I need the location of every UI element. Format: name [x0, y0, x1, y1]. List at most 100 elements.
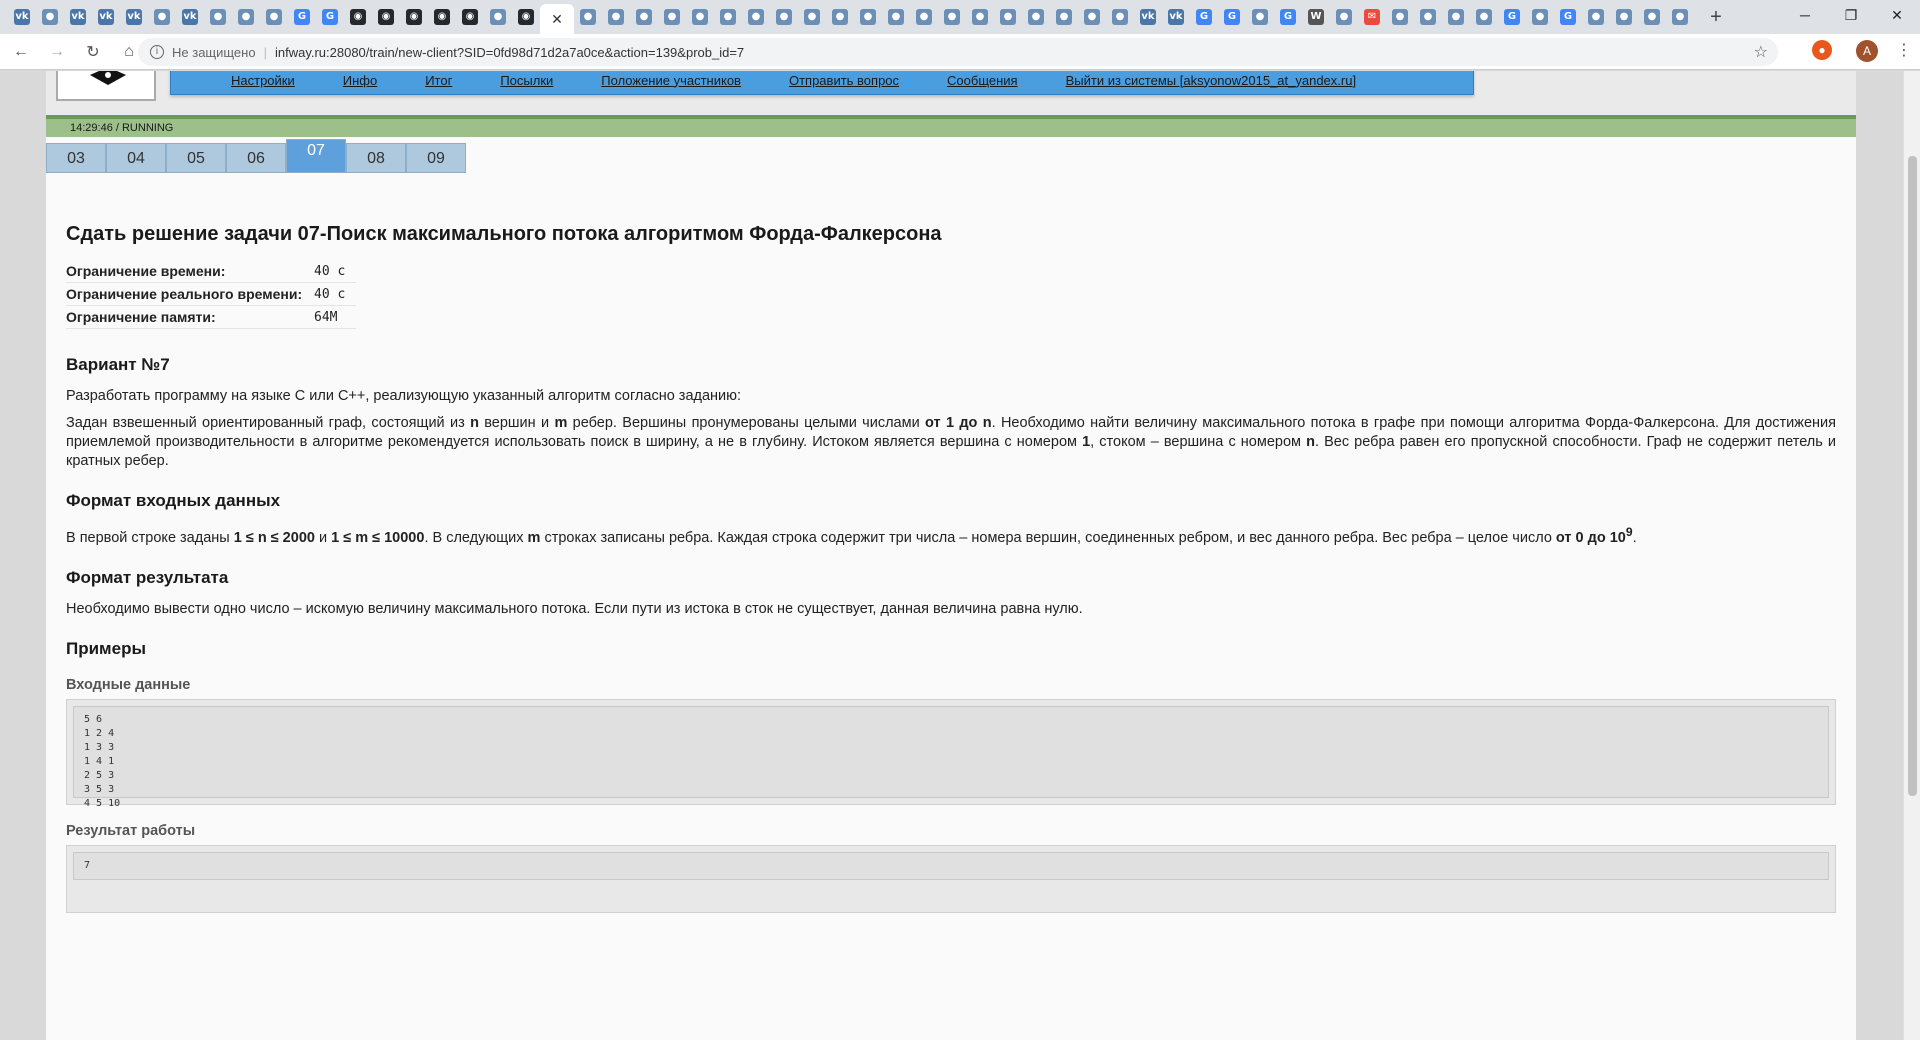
browser-tab[interactable]: G — [1498, 4, 1526, 30]
browser-tab[interactable]: ● — [1050, 4, 1078, 30]
site-logo[interactable] — [56, 71, 156, 101]
nav-link[interactable]: Настройки — [231, 73, 295, 88]
browser-tab[interactable]: ● — [1414, 4, 1442, 30]
browser-tab[interactable]: ● — [260, 4, 288, 30]
minimize-icon[interactable]: ─ — [1782, 0, 1828, 30]
page: Настройки Инфо Итог Посылки Положение участн… — [46, 71, 1856, 1040]
browser-tab[interactable]: ◉ — [456, 4, 484, 30]
browser-tab[interactable]: G — [1218, 4, 1246, 30]
nav-link[interactable]: Сообщения — [947, 73, 1018, 88]
problem-tab[interactable]: 03 — [46, 143, 106, 173]
browser-tab[interactable]: ● — [686, 4, 714, 30]
browser-toolbar: ← → ↻ ⌂ i Не защищено | infway.ru:28080/… — [0, 34, 1920, 70]
browser-tab[interactable]: ● — [484, 4, 512, 30]
problem-tab[interactable]: 05 — [166, 143, 226, 173]
close-window-icon[interactable]: ✕ — [1874, 0, 1920, 30]
nav-link[interactable]: Отправить вопрос — [789, 73, 899, 88]
browser-tab[interactable]: vk — [1162, 4, 1190, 30]
browser-tab[interactable]: ● — [1106, 4, 1134, 30]
browser-tab[interactable]: ● — [1078, 4, 1106, 30]
browser-tab[interactable]: ● — [602, 4, 630, 30]
browser-tab[interactable]: vk — [1134, 4, 1162, 30]
browser-tab[interactable]: G — [288, 4, 316, 30]
browser-tab[interactable]: G — [1190, 4, 1218, 30]
separator: | — [263, 44, 267, 60]
scrollbar[interactable] — [1903, 71, 1920, 1040]
browser-tab[interactable]: ● — [854, 4, 882, 30]
active-tab[interactable]: ✕ — [540, 4, 574, 34]
bookmark-star-icon[interactable]: ☆ — [1754, 42, 1768, 62]
nav-link[interactable]: Выйти из системы [aksyonow2015_at_yandex… — [1066, 73, 1356, 88]
browser-tab[interactable]: G — [1274, 4, 1302, 30]
browser-tab[interactable]: vk — [120, 4, 148, 30]
browser-tab[interactable]: ● — [1470, 4, 1498, 30]
browser-tab[interactable]: G — [1554, 4, 1582, 30]
problem-tab[interactable]: 09 — [406, 143, 466, 173]
browser-tab[interactable]: ● — [882, 4, 910, 30]
browser-tab[interactable]: ● — [1330, 4, 1358, 30]
browser-tab[interactable]: ◉ — [400, 4, 428, 30]
browser-tab[interactable]: ● — [966, 4, 994, 30]
browser-tab[interactable]: ● — [1582, 4, 1610, 30]
browser-tab[interactable]: ◉ — [512, 4, 540, 30]
browser-tab[interactable]: ● — [1022, 4, 1050, 30]
close-tab-icon[interactable]: ✕ — [551, 11, 563, 28]
variant-title: Вариант №7 — [66, 355, 170, 374]
browser-tab[interactable]: ● — [742, 4, 770, 30]
reload-icon[interactable]: ↻ — [78, 37, 108, 67]
address-bar[interactable]: i Не защищено | infway.ru:28080/train/ne… — [138, 38, 1778, 66]
browser-tab[interactable]: ● — [770, 4, 798, 30]
browser-tab[interactable]: ● — [232, 4, 260, 30]
example-output-label: Результат работы — [66, 822, 196, 839]
browser-tab[interactable]: ● — [36, 4, 64, 30]
problem-tab[interactable]: 06 — [226, 143, 286, 173]
url-text[interactable]: infway.ru:28080/train/new-client?SID=0fd… — [275, 45, 744, 60]
browser-tab[interactable]: ● — [1526, 4, 1554, 30]
browser-tab[interactable]: vk — [92, 4, 120, 30]
browser-tab[interactable]: ● — [204, 4, 232, 30]
browser-tab[interactable]: W — [1302, 4, 1330, 30]
browser-tab[interactable]: ● — [994, 4, 1022, 30]
browser-tab[interactable]: ● — [1638, 4, 1666, 30]
problem-tab[interactable]: 08 — [346, 143, 406, 173]
browser-tab[interactable]: vk — [64, 4, 92, 30]
browser-tab[interactable]: ● — [826, 4, 854, 30]
back-icon[interactable]: ← — [6, 37, 36, 67]
browser-tab[interactable]: ✉ — [1358, 4, 1386, 30]
browser-tab[interactable]: ● — [630, 4, 658, 30]
output-format-text: Необходимо вывести одно число – искомую … — [66, 600, 1083, 617]
browser-tab[interactable]: G — [316, 4, 344, 30]
browser-tab[interactable]: ● — [714, 4, 742, 30]
info-icon[interactable]: i — [150, 45, 164, 59]
browser-tab[interactable]: ● — [148, 4, 176, 30]
browser-tab[interactable]: ● — [1442, 4, 1470, 30]
browser-tab[interactable]: ● — [798, 4, 826, 30]
forward-icon[interactable]: → — [42, 37, 72, 67]
browser-tab[interactable]: ● — [1610, 4, 1638, 30]
browser-tab[interactable]: ● — [1386, 4, 1414, 30]
browser-tab[interactable]: vk — [176, 4, 204, 30]
profile-avatar[interactable]: A — [1856, 40, 1878, 62]
browser-tab[interactable]: ◉ — [428, 4, 456, 30]
browser-tab[interactable]: vk — [8, 4, 36, 30]
new-tab-icon[interactable]: + — [1704, 6, 1728, 29]
browser-tab[interactable]: ● — [574, 4, 602, 30]
nav-link[interactable]: Итог — [425, 73, 452, 88]
extension-icon[interactable]: ● — [1812, 40, 1832, 60]
restore-icon[interactable]: ❐ — [1828, 0, 1874, 30]
nav-link[interactable]: Положение участников — [601, 73, 741, 88]
browser-menu-icon[interactable]: ⋮ — [1896, 40, 1912, 60]
browser-tab[interactable]: ◉ — [344, 4, 372, 30]
problem-tab[interactable]: 07 — [286, 139, 346, 173]
nav-link[interactable]: Посылки — [500, 73, 553, 88]
browser-tab[interactable]: ◉ — [372, 4, 400, 30]
scroll-thumb[interactable] — [1908, 156, 1917, 796]
problem-tab[interactable]: 04 — [106, 143, 166, 173]
site-icon: ● — [1112, 9, 1128, 25]
browser-tab[interactable]: ● — [658, 4, 686, 30]
browser-tab[interactable]: ● — [938, 4, 966, 30]
browser-tab[interactable]: ● — [910, 4, 938, 30]
browser-tab[interactable]: ● — [1246, 4, 1274, 30]
browser-tab[interactable]: ● — [1666, 4, 1694, 30]
nav-link[interactable]: Инфо — [343, 73, 377, 88]
